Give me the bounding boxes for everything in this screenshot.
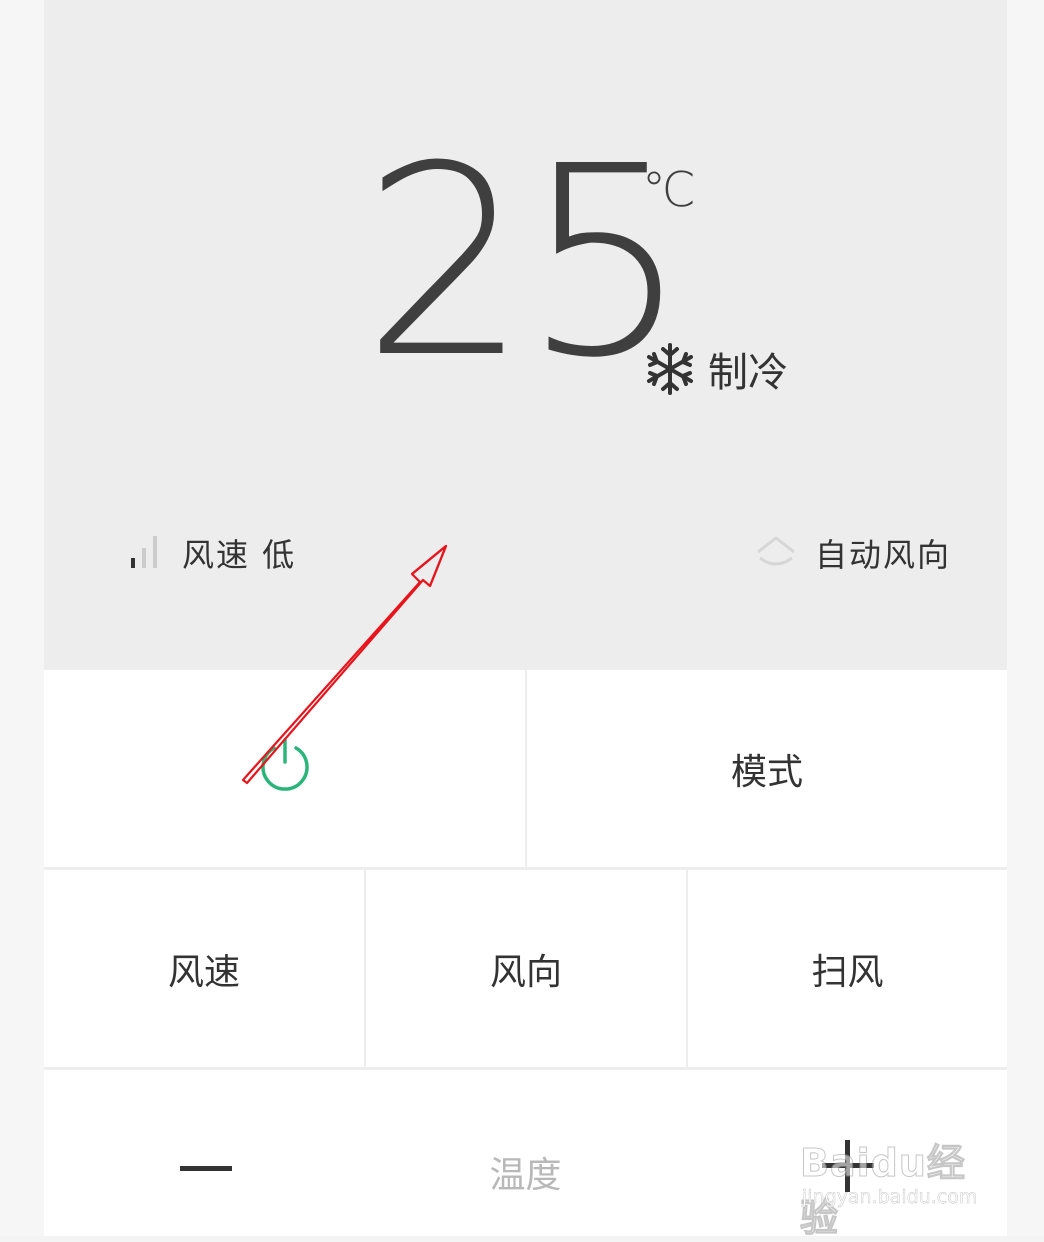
- snowflake-icon: [642, 341, 698, 397]
- temperature-value: 25: [362, 110, 689, 415]
- mode-label: 制冷: [708, 350, 788, 396]
- signal-bars-icon: [130, 534, 160, 572]
- direction-status-label: 自动风向: [814, 536, 951, 574]
- fan-speed-status: 风速 低: [130, 520, 296, 586]
- swing-button[interactable]: 扫风: [688, 870, 1007, 1067]
- fan-speed-status-label: 风速 低: [182, 536, 297, 574]
- direction-status: 自动风向: [755, 520, 951, 586]
- app-screen: 25 ℃ 制冷 风速 低 自动风向 模式 风速 风向 扫风 温度 Baidu经验…: [0, 0, 1044, 1241]
- auto-direction-icon: [755, 534, 797, 572]
- watermark-url: jingyan.baidu.com: [802, 1186, 978, 1209]
- status-row: 风速 低 自动风向: [44, 520, 1007, 586]
- watermark: Baidu经验 jingyan.baidu.com: [800, 1120, 990, 1241]
- temperature-unit: ℃: [642, 162, 696, 218]
- direction-button[interactable]: 风向: [366, 870, 686, 1067]
- ac-remote-panel: 25 ℃ 制冷 风速 低 自动风向 模式 风速 风向 扫风 温度: [44, 0, 1007, 1236]
- mode-button[interactable]: 模式: [527, 670, 1007, 867]
- fan-speed-button[interactable]: 风速: [44, 870, 364, 1067]
- power-button[interactable]: [44, 670, 525, 867]
- mode-indicator: 制冷: [642, 340, 788, 398]
- power-icon: [257, 736, 313, 801]
